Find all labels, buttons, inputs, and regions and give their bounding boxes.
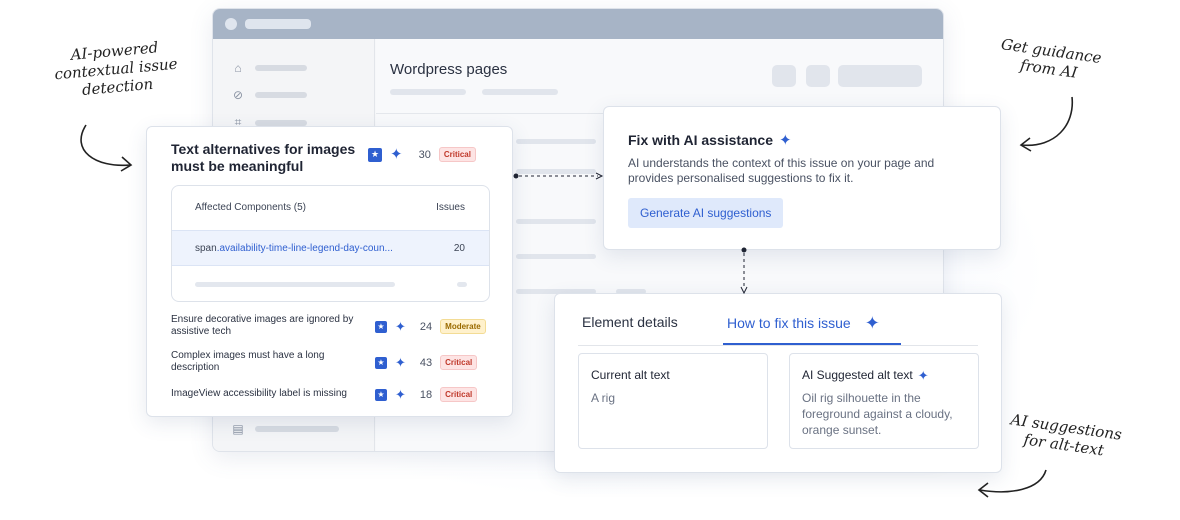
fix-title-text: Fix with AI assistance [628,132,773,148]
placeholder-line [516,169,596,174]
tab-how-to-fix[interactable]: How to fix this issue ✦ [727,314,880,332]
ai-sparkle-icon: ✦ [864,313,880,333]
star-icon[interactable]: ★ [368,147,382,162]
ai-sparkle-icon[interactable]: ✦ [395,356,406,369]
selector-tag: span [195,243,217,254]
issue-count: 30 [418,148,431,161]
toolbar-placeholder-button[interactable] [838,65,922,87]
component-selector[interactable]: span.availability-time-line-legend-day-c… [195,243,415,254]
severity-badge: Critical [440,355,478,370]
window-title-placeholder [245,19,311,29]
suggested-alt-text-label: AI Suggested alt text ✦ [802,368,929,382]
ai-sparkle-icon: ✦ [917,367,929,383]
issue-list-item[interactable]: Complex images must have a long descript… [171,350,371,374]
affected-components-table: Affected Components (5) Issues span.avai… [171,185,490,302]
link-icon: ⊘ [232,88,244,102]
ai-sparkle-icon[interactable]: ✦ [395,388,406,401]
current-alt-text-box: Current alt text A rig [578,353,768,449]
annotation-arrow-left [80,124,131,167]
issue-card: Text alternatives for images must be mea… [146,126,513,417]
fix-with-ai-card: Fix with AI assistance ✦ AI understands … [603,106,1001,250]
tab-divider [578,345,978,346]
selector-class: .availability-time-line-legend-day-coun.… [216,243,393,254]
severity-badge: Critical [438,147,476,162]
annotation-arrowhead [120,156,133,172]
ai-sparkle-icon[interactable]: ✦ [390,147,403,162]
suggested-alt-text-label-text: AI Suggested alt text [802,368,913,382]
window-dot [225,18,237,30]
home-icon: ⌂ [234,61,242,75]
sidebar-item-links[interactable]: ⊘ [231,88,307,102]
generate-ai-suggestions-button[interactable]: Generate AI suggestions [628,198,784,228]
issue-list-item[interactable]: Ensure decorative images are ignored by … [171,314,371,338]
fix-title: Fix with AI assistance ✦ [628,132,792,148]
page-title: Wordpress pages [390,61,508,78]
toolbar-placeholder-button[interactable] [772,65,796,87]
placeholder-line [390,89,466,95]
star-icon[interactable]: ★ [375,320,387,333]
issue-count: 18 [419,388,433,401]
table-header: Affected Components (5) Issues [172,186,489,230]
tab-how-to-fix-label: How to fix this issue [727,315,851,331]
suggested-alt-text-value[interactable]: Oil rig silhouette in the foreground aga… [802,390,972,438]
component-issue-count: 20 [453,243,465,254]
suggested-alt-text-box: AI Suggested alt text ✦ Oil rig silhouet… [789,353,979,449]
ai-sparkle-icon[interactable]: ✦ [395,320,406,333]
issue-list-item[interactable]: ImageView accessibility label is missing [171,388,381,400]
placeholder-line [516,254,596,259]
current-alt-text-value[interactable]: A rig [591,390,761,406]
sidebar-item-home[interactable]: ⌂ [231,61,307,75]
document-icon: ▤ [232,422,244,436]
placeholder-line [195,282,395,287]
element-details-card: Element details How to fix this issue ✦ … [554,293,1002,473]
placeholder-line [516,139,596,144]
star-icon[interactable]: ★ [375,388,387,401]
issue-count: 24 [419,320,433,333]
ai-sparkle-icon: ✦ [778,131,792,149]
placeholder-line [482,89,558,95]
toolbar-placeholder-button[interactable] [806,65,830,87]
star-icon[interactable]: ★ [375,356,387,369]
issues-header: Issues [436,202,465,213]
issue-title: Text alternatives for images must be mea… [171,141,356,174]
placeholder-line [457,282,467,287]
placeholder-line [516,219,596,224]
severity-badge: Critical [440,387,478,402]
issue-list-item-meta: ★ ✦ 24 Moderate [375,319,486,334]
tab-element-details[interactable]: Element details [582,314,678,330]
window-titlebar [213,9,943,39]
components-header: Affected Components (5) [195,202,306,213]
severity-badge: Moderate [440,319,486,334]
issue-count: 43 [419,356,433,369]
table-row[interactable]: span.availability-time-line-legend-day-c… [172,230,489,266]
active-tab-indicator [723,343,901,345]
current-alt-text-label: Current alt text [591,368,670,382]
fix-description: AI understands the context of this issue… [628,156,935,185]
issue-meta: ★ ✦ 30 Critical [368,147,476,162]
sidebar-item-docs[interactable]: ▤ [231,422,339,436]
issue-list-item-meta: ★ ✦ 43 Critical [375,355,478,370]
issue-list-item-meta: ★ ✦ 18 Critical [375,387,478,402]
